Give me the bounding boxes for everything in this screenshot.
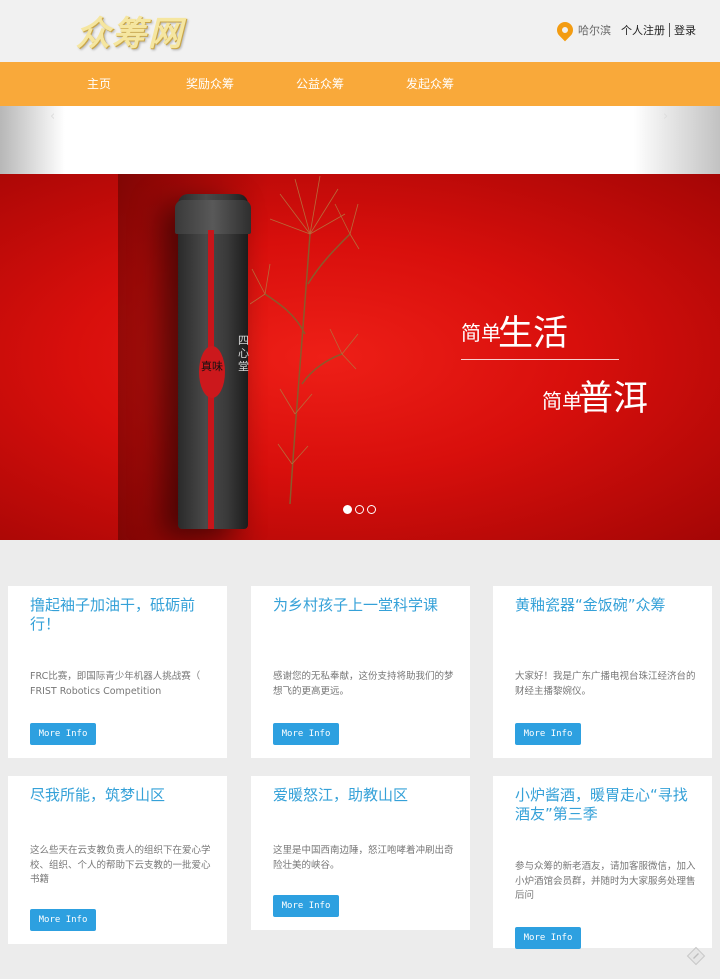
- header: 众筹网 哈尔滨 个人注册 登录: [0, 0, 720, 62]
- carousel-indicators: [343, 505, 379, 514]
- card-description: 这么些天在云支教负责人的组织下在爱心学校、组织、个人的帮助下云支教的一批爱心书籍: [30, 845, 211, 885]
- card-title[interactable]: 爱暖怒江，助教山区: [273, 786, 453, 805]
- slogan-big-2: 普洱: [578, 379, 649, 419]
- card-description: 这里是中国西南边陲，怒江咆哮着冲刷出奇险壮美的峡谷。: [273, 845, 454, 871]
- carousel-prev-arrow[interactable]: ‹: [50, 109, 55, 124]
- more-info-button[interactable]: More Info: [30, 909, 96, 931]
- slogan-small-1: 简单: [461, 321, 501, 345]
- slogan-small-2: 简单: [542, 389, 582, 413]
- project-card[interactable]: 为乡村孩子上一堂科学课 感谢您的无私奉献，这份支持将助我们的梦想飞的更高更远。 …: [251, 586, 470, 758]
- city-selector[interactable]: 哈尔滨: [578, 22, 611, 38]
- tea-tin-image: 真味 四心堂: [175, 194, 251, 529]
- nav-reward-crowdfunding[interactable]: 奖励众筹: [186, 62, 234, 106]
- more-info-button[interactable]: More Info: [273, 723, 339, 745]
- nav-start-crowdfunding[interactable]: 发起众筹: [406, 62, 454, 106]
- project-card[interactable]: 黄釉瓷器“金饭碗”众筹 大家好！我是广东广播电视台珠江经济台的财经主播黎婉仪。 …: [493, 586, 712, 758]
- project-card[interactable]: 尽我所能，筑梦山区 这么些天在云支教负责人的组织下在爱心学校、组织、个人的帮助下…: [8, 776, 227, 944]
- card-title[interactable]: 为乡村孩子上一堂科学课: [273, 596, 453, 615]
- project-card[interactable]: 小炉酱酒，暖胃走心“寻找酒友”第三季 参与众筹的新老酒友，请加客服微信，加入小炉…: [493, 776, 712, 949]
- card-description: FRC比赛，即国际青少年机器人挑战赛（ FRIST Robotics Compe…: [30, 671, 201, 697]
- carousel-dot-2[interactable]: [355, 505, 364, 514]
- card-title[interactable]: 小炉酱酒，暖胃走心“寻找酒友”第三季: [515, 786, 695, 824]
- carousel-dot-1[interactable]: [343, 505, 352, 514]
- card-description: 大家好！我是广东广播电视台珠江经济台的财经主播黎婉仪。: [515, 671, 696, 697]
- location-and-account: 哈尔滨 个人注册 登录: [553, 18, 696, 42]
- pine-branch-image: [250, 175, 360, 504]
- more-info-button[interactable]: More Info: [273, 895, 339, 917]
- more-info-button[interactable]: More Info: [515, 927, 581, 949]
- slogan-big-1: 生活: [498, 314, 569, 354]
- main-nav: 主页 奖励众筹 公益众筹 发起众筹: [0, 62, 720, 106]
- more-info-button[interactable]: More Info: [30, 723, 96, 745]
- divider: [669, 23, 670, 37]
- slogan-divider: [461, 359, 619, 360]
- card-title[interactable]: 撸起袖子加油干，砥砺前行！: [30, 596, 210, 634]
- card-description: 参与众筹的新老酒友，请加客服微信，加入小炉酒馆会员群，并随时为大家服务处理售后问: [515, 861, 696, 901]
- more-info-button[interactable]: More Info: [515, 723, 581, 745]
- card-title[interactable]: 尽我所能，筑梦山区: [30, 786, 210, 805]
- nav-home[interactable]: 主页: [87, 62, 111, 106]
- carousel-dot-3[interactable]: [367, 505, 376, 514]
- login-link[interactable]: 登录: [674, 22, 696, 38]
- register-link[interactable]: 个人注册: [621, 22, 665, 38]
- tin-seal: 真味: [199, 346, 225, 398]
- tin-lid: [175, 200, 251, 234]
- card-title[interactable]: 黄釉瓷器“金饭碗”众筹: [515, 596, 695, 615]
- site-logo[interactable]: 众筹网: [76, 6, 184, 55]
- location-pin-icon[interactable]: [553, 18, 577, 42]
- carousel-next-arrow[interactable]: ›: [663, 109, 668, 124]
- banner-slide[interactable]: 真味 四心堂 简单 生活 简单 普洱: [0, 174, 720, 540]
- project-card[interactable]: 爱暖怒江，助教山区 这里是中国西南边陲，怒江咆哮着冲刷出奇险壮美的峡谷。 Mor…: [251, 776, 470, 930]
- project-card[interactable]: 撸起袖子加油干，砥砺前行！ FRC比赛，即国际青少年机器人挑战赛（ FRIST …: [8, 586, 227, 758]
- edit-diamond-icon[interactable]: [686, 946, 706, 966]
- card-description: 感谢您的无私奉献，这份支持将助我们的梦想飞的更高更远。: [273, 671, 454, 697]
- nav-charity-crowdfunding[interactable]: 公益众筹: [296, 62, 344, 106]
- carousel-top-band: ‹ ›: [0, 106, 720, 174]
